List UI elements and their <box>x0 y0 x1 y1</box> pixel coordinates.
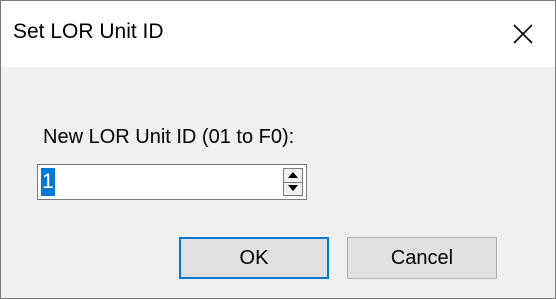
close-button[interactable] <box>491 1 555 67</box>
spin-buttons <box>283 168 303 196</box>
unit-id-input[interactable]: 1 <box>41 168 55 196</box>
title-bar[interactable]: Set LOR Unit ID <box>1 1 555 67</box>
arrow-up-icon <box>288 172 298 178</box>
spin-up-button[interactable] <box>284 169 302 183</box>
spin-down-button[interactable] <box>284 182 302 195</box>
dialog-title: Set LOR Unit ID <box>13 20 164 43</box>
unit-id-label: New LOR Unit ID (01 to F0): <box>43 126 295 148</box>
ok-button[interactable]: OK <box>179 237 329 279</box>
close-icon <box>513 24 533 44</box>
arrow-down-icon <box>288 185 298 191</box>
cancel-button[interactable]: Cancel <box>347 237 497 279</box>
unit-id-spinbox[interactable]: 1 <box>37 164 307 200</box>
set-lor-unit-id-dialog: Set LOR Unit ID New LOR Unit ID (01 to F… <box>0 0 556 299</box>
